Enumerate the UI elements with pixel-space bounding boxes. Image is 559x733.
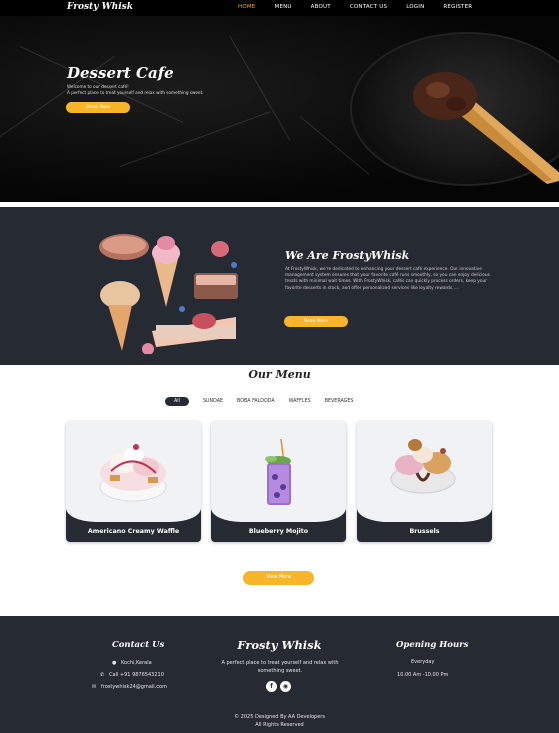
filter-sundae[interactable]: SUNDAE — [203, 397, 223, 406]
menu-title: Our Menu — [248, 368, 311, 381]
nav-item-home[interactable]: HOME — [238, 4, 256, 10]
hero-title: Dessert Cafe — [67, 64, 174, 82]
nav-item-register[interactable]: REGISTER — [443, 4, 472, 10]
about-title: We Are FrostyWhisk — [285, 249, 410, 262]
copyright-text: © 2025 Designed By AA Developers — [234, 714, 325, 720]
nav-item-menu[interactable]: MENU — [275, 4, 292, 10]
hours-time: 10.00 Am -10.00 Pm — [397, 672, 449, 678]
contact-email[interactable]: ✉ frostywhisk24@gmail.com — [92, 684, 167, 690]
top-navbar: Frosty Whisk HOME MENU ABOUT CONTACT US … — [0, 0, 559, 16]
view-more-button[interactable]: View More — [243, 571, 314, 585]
menu-card-waffle[interactable]: Americano Creamy Waffle — [66, 421, 201, 542]
nav-item-login[interactable]: LOGIN — [406, 4, 424, 10]
email-text: frostywhisk24@gmail.com — [101, 684, 167, 690]
phone-icon: ✆ — [100, 672, 105, 678]
contact-location: ● Kochi,Kerala — [112, 660, 152, 666]
menu-item-name: Blueberry Mojito — [248, 528, 309, 535]
dessert-plate-image — [352, 34, 559, 184]
map-pin-icon: ● — [112, 660, 117, 666]
hero-subtitle: Welcome to our dessert café! A perfect p… — [67, 84, 204, 96]
about-description: At FrostyWhisk, we're dedicated to enhan… — [285, 267, 490, 291]
order-now-button[interactable]: Order Now — [66, 102, 130, 113]
menu-filter-tabs: All SUNDAE BOBA FALOODA WAFFLES BEVERAGE… — [165, 397, 367, 406]
filter-boba-falooda[interactable]: BOBA FALOODA — [237, 397, 275, 406]
footer-tagline: A perfect place to treat yourself and re… — [221, 660, 339, 674]
instagram-icon[interactable]: ◉ — [280, 681, 291, 692]
filter-beverages[interactable]: BEVERAGES — [325, 397, 354, 406]
hero-tagline-text: A perfect place to treat yourself and re… — [67, 90, 204, 95]
facebook-icon[interactable]: f — [266, 681, 277, 692]
nav-menu: HOME MENU ABOUT CONTACT US LOGIN REGISTE… — [238, 4, 491, 10]
brand-logo[interactable]: Frosty Whisk — [67, 2, 133, 12]
menu-card-mojito[interactable]: Blueberry Mojito — [211, 421, 346, 542]
filter-all[interactable]: All — [165, 397, 189, 406]
menu-card-brussels[interactable]: Brussels — [357, 421, 492, 542]
about-section: We Are FrostyWhisk At FrostyWhisk, we're… — [0, 207, 559, 365]
nav-item-contact[interactable]: CONTACT US — [350, 4, 387, 10]
hours-days: Everyday — [411, 659, 435, 665]
phone-text: Call +91 9876543210 — [109, 672, 164, 678]
envelope-icon: ✉ — [92, 684, 97, 690]
dessert-illustration — [99, 234, 238, 354]
hours-heading: Opening Hours — [396, 640, 469, 650]
nav-item-about[interactable]: ABOUT — [311, 4, 331, 10]
rights-text: All Rights Reserved — [255, 722, 304, 728]
menu-item-name: Americano Creamy Waffle — [87, 528, 180, 535]
brussels-dessert-image — [390, 439, 456, 494]
contact-phone[interactable]: ✆ Call +91 9876543210 — [100, 672, 164, 678]
filter-waffles[interactable]: WAFFLES — [289, 397, 311, 406]
location-text: Kochi,Kerala — [121, 660, 152, 666]
footer-brand: Frosty Whisk — [237, 638, 322, 652]
read-more-button[interactable]: Read More — [284, 316, 348, 327]
mojito-drink-image — [265, 438, 291, 505]
footer: Contact Us ● Kochi,Kerala ✆ Call +91 98765… — [0, 616, 559, 733]
waffle-dessert-image — [99, 444, 167, 502]
menu-item-name: Brussels — [409, 528, 440, 535]
hero-section: Dessert Cafe Welcome to our dessert café… — [0, 16, 559, 202]
